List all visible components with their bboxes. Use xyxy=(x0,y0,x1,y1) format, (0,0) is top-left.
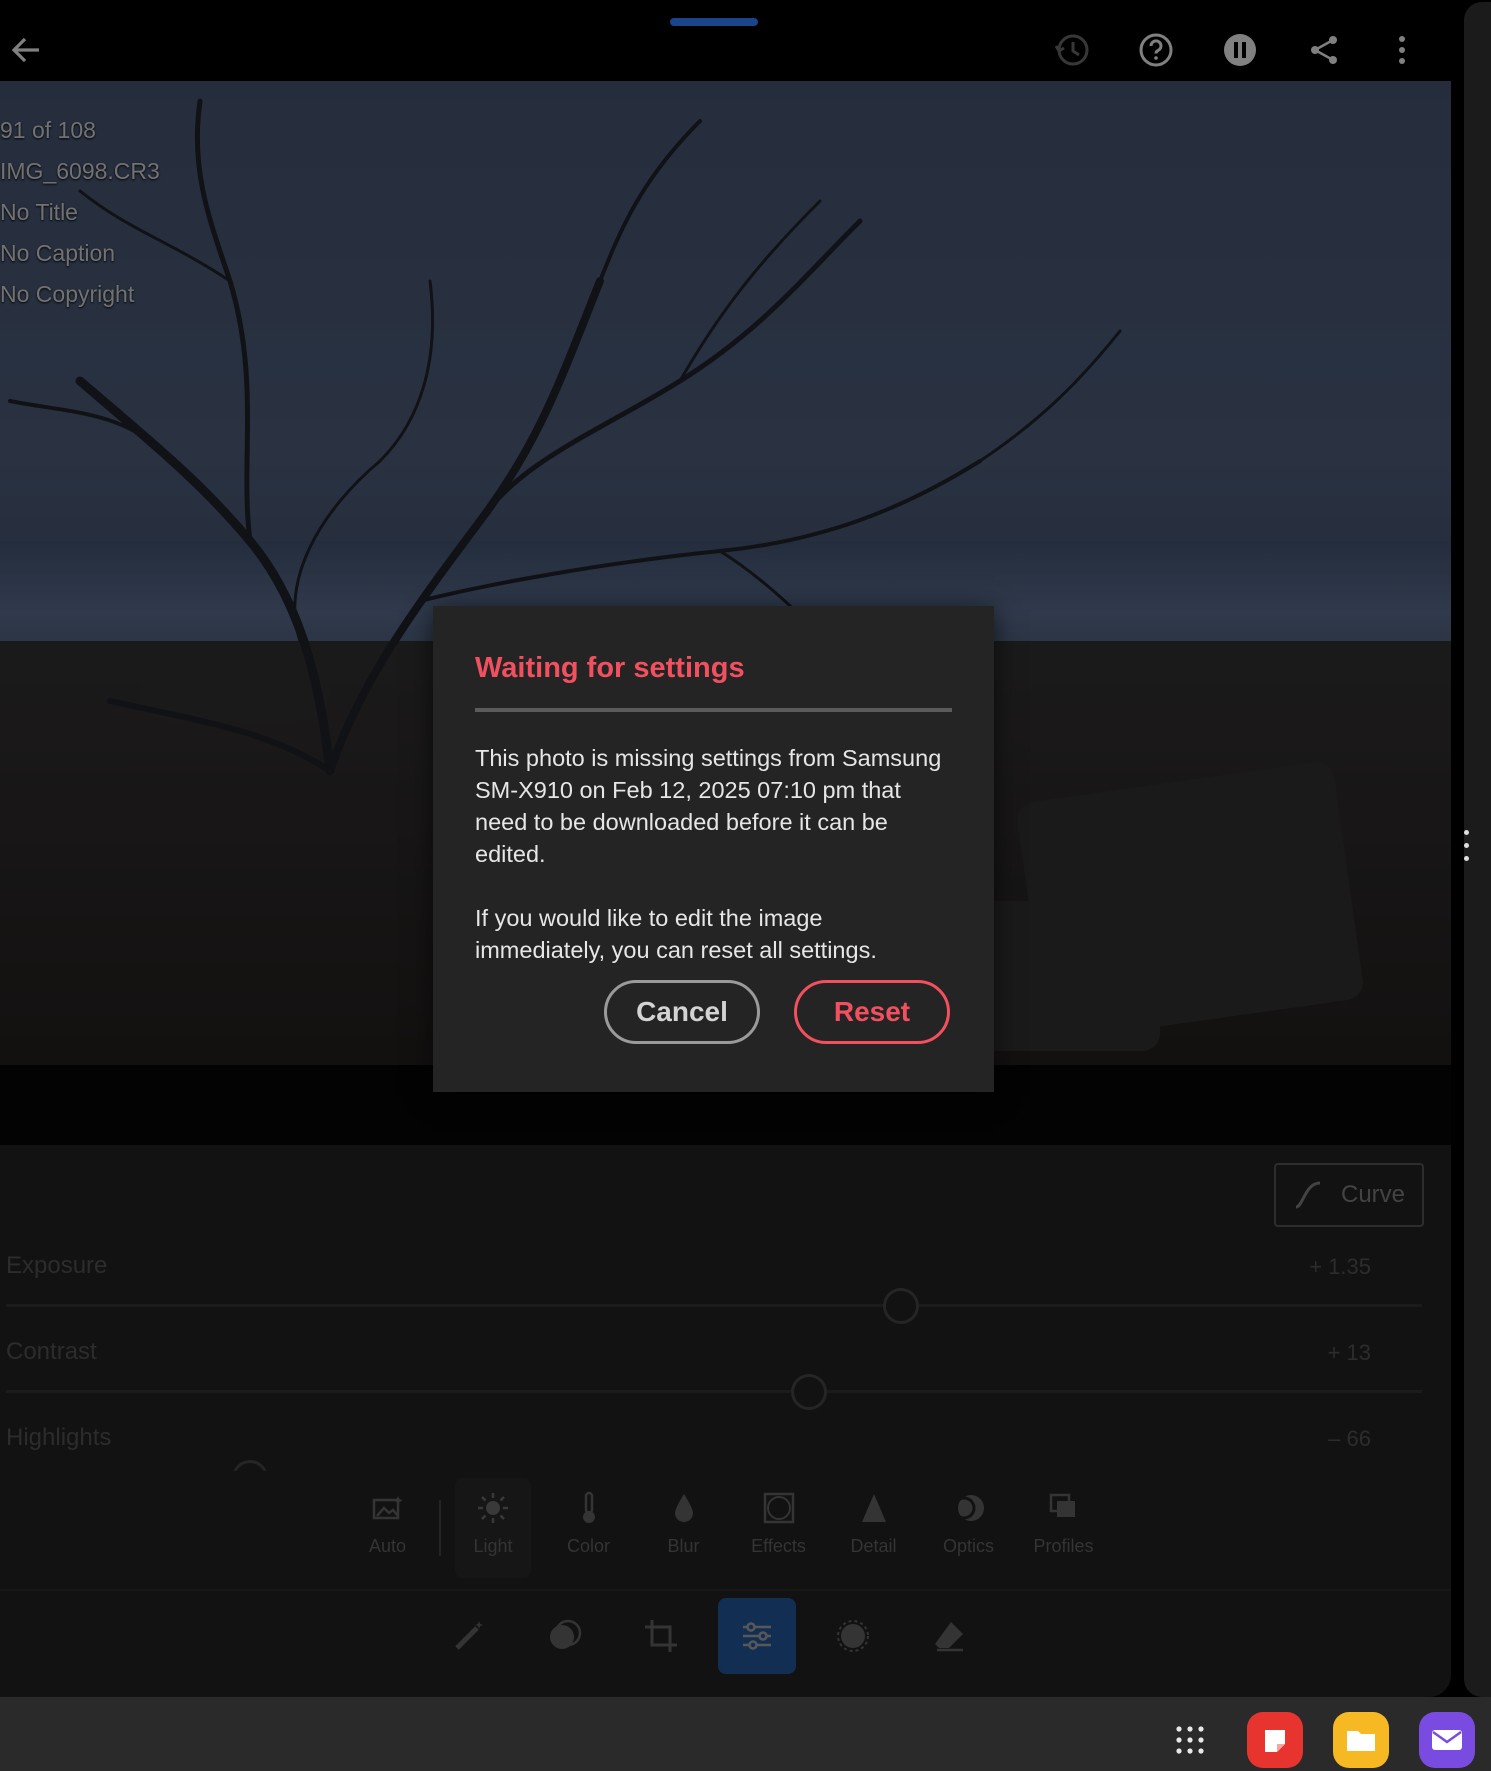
dialog-message: This photo is missing settings from Sams… xyxy=(475,745,942,867)
dialog-message-reset: If you would like to edit the image imme… xyxy=(475,905,877,963)
waiting-for-settings-dialog: Waiting for settings This photo is missi… xyxy=(433,606,994,1092)
dialog-title: Waiting for settings xyxy=(475,652,745,684)
cancel-button[interactable]: Cancel xyxy=(604,980,760,1044)
dialog-body: This photo is missing settings from Sams… xyxy=(475,742,955,998)
app-drawer-icon[interactable] xyxy=(1162,1712,1218,1768)
side-panel-handle[interactable] xyxy=(1464,830,1472,869)
side-panel-edge[interactable] xyxy=(1464,2,1491,1697)
dialog-divider xyxy=(475,708,952,712)
reset-button[interactable]: Reset xyxy=(794,980,950,1044)
notes-app-icon[interactable] xyxy=(1247,1712,1303,1768)
files-app-icon[interactable] xyxy=(1333,1712,1389,1768)
lightroom-editor: 91 of 108 IMG_6098.CR3 No Title No Capti… xyxy=(0,0,1451,1697)
mail-app-icon[interactable] xyxy=(1419,1712,1475,1768)
